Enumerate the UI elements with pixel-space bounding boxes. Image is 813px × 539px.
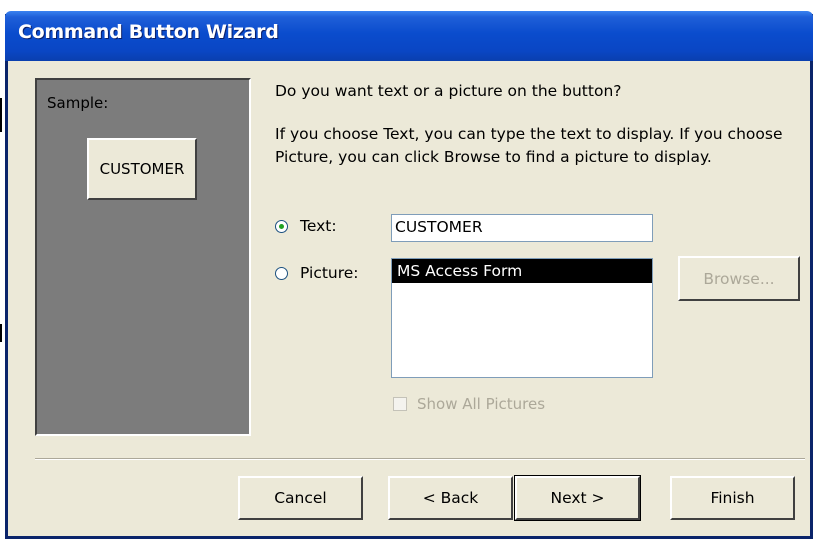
question-text: Do you want text or a picture on the but… xyxy=(275,82,622,100)
sample-label: Sample: xyxy=(47,94,109,112)
sample-panel: Sample: CUSTOMER xyxy=(35,78,251,436)
back-button-label: < Back xyxy=(422,489,479,507)
text-option[interactable]: Text: xyxy=(275,217,337,235)
finish-button[interactable]: Finish xyxy=(670,476,795,520)
picture-radio-button[interactable] xyxy=(275,266,288,280)
edge-artifact xyxy=(0,98,2,132)
edge-artifact xyxy=(0,324,2,342)
browse-button[interactable]: Browse... xyxy=(678,256,800,301)
command-button-wizard-dialog: Command Button Wizard Sample: CUSTOMER D… xyxy=(5,11,813,539)
picture-listbox[interactable]: MS Access Form xyxy=(391,258,653,378)
sample-preview-button: CUSTOMER xyxy=(87,138,197,200)
show-all-pictures-checkbox[interactable] xyxy=(393,397,407,411)
browse-button-label: Browse... xyxy=(703,269,775,288)
show-all-pictures-label: Show All Pictures xyxy=(417,395,546,413)
list-item[interactable]: MS Access Form xyxy=(392,259,652,283)
window-title: Command Button Wizard xyxy=(18,21,279,43)
text-option-label: Text: xyxy=(300,217,337,235)
back-button[interactable]: < Back xyxy=(388,476,513,520)
next-button[interactable]: Next > xyxy=(514,475,641,521)
button-text-value: CUSTOMER xyxy=(395,218,483,236)
text-radio-button[interactable] xyxy=(275,219,288,233)
button-text-input[interactable]: CUSTOMER xyxy=(391,214,653,242)
cancel-button-label: Cancel xyxy=(274,489,327,507)
picture-option-label: Picture: xyxy=(300,264,359,282)
picture-option[interactable]: Picture: xyxy=(275,264,359,282)
instruction-text: If you choose Text, you can type the tex… xyxy=(275,125,783,166)
show-all-pictures-option[interactable]: Show All Pictures xyxy=(393,395,545,413)
finish-button-label: Finish xyxy=(710,489,755,507)
cancel-button[interactable]: Cancel xyxy=(238,476,363,520)
next-button-label: Next > xyxy=(550,489,605,507)
sample-button-text: CUSTOMER xyxy=(99,160,185,178)
title-bar[interactable]: Command Button Wizard xyxy=(5,11,813,61)
footer-divider xyxy=(35,458,805,460)
